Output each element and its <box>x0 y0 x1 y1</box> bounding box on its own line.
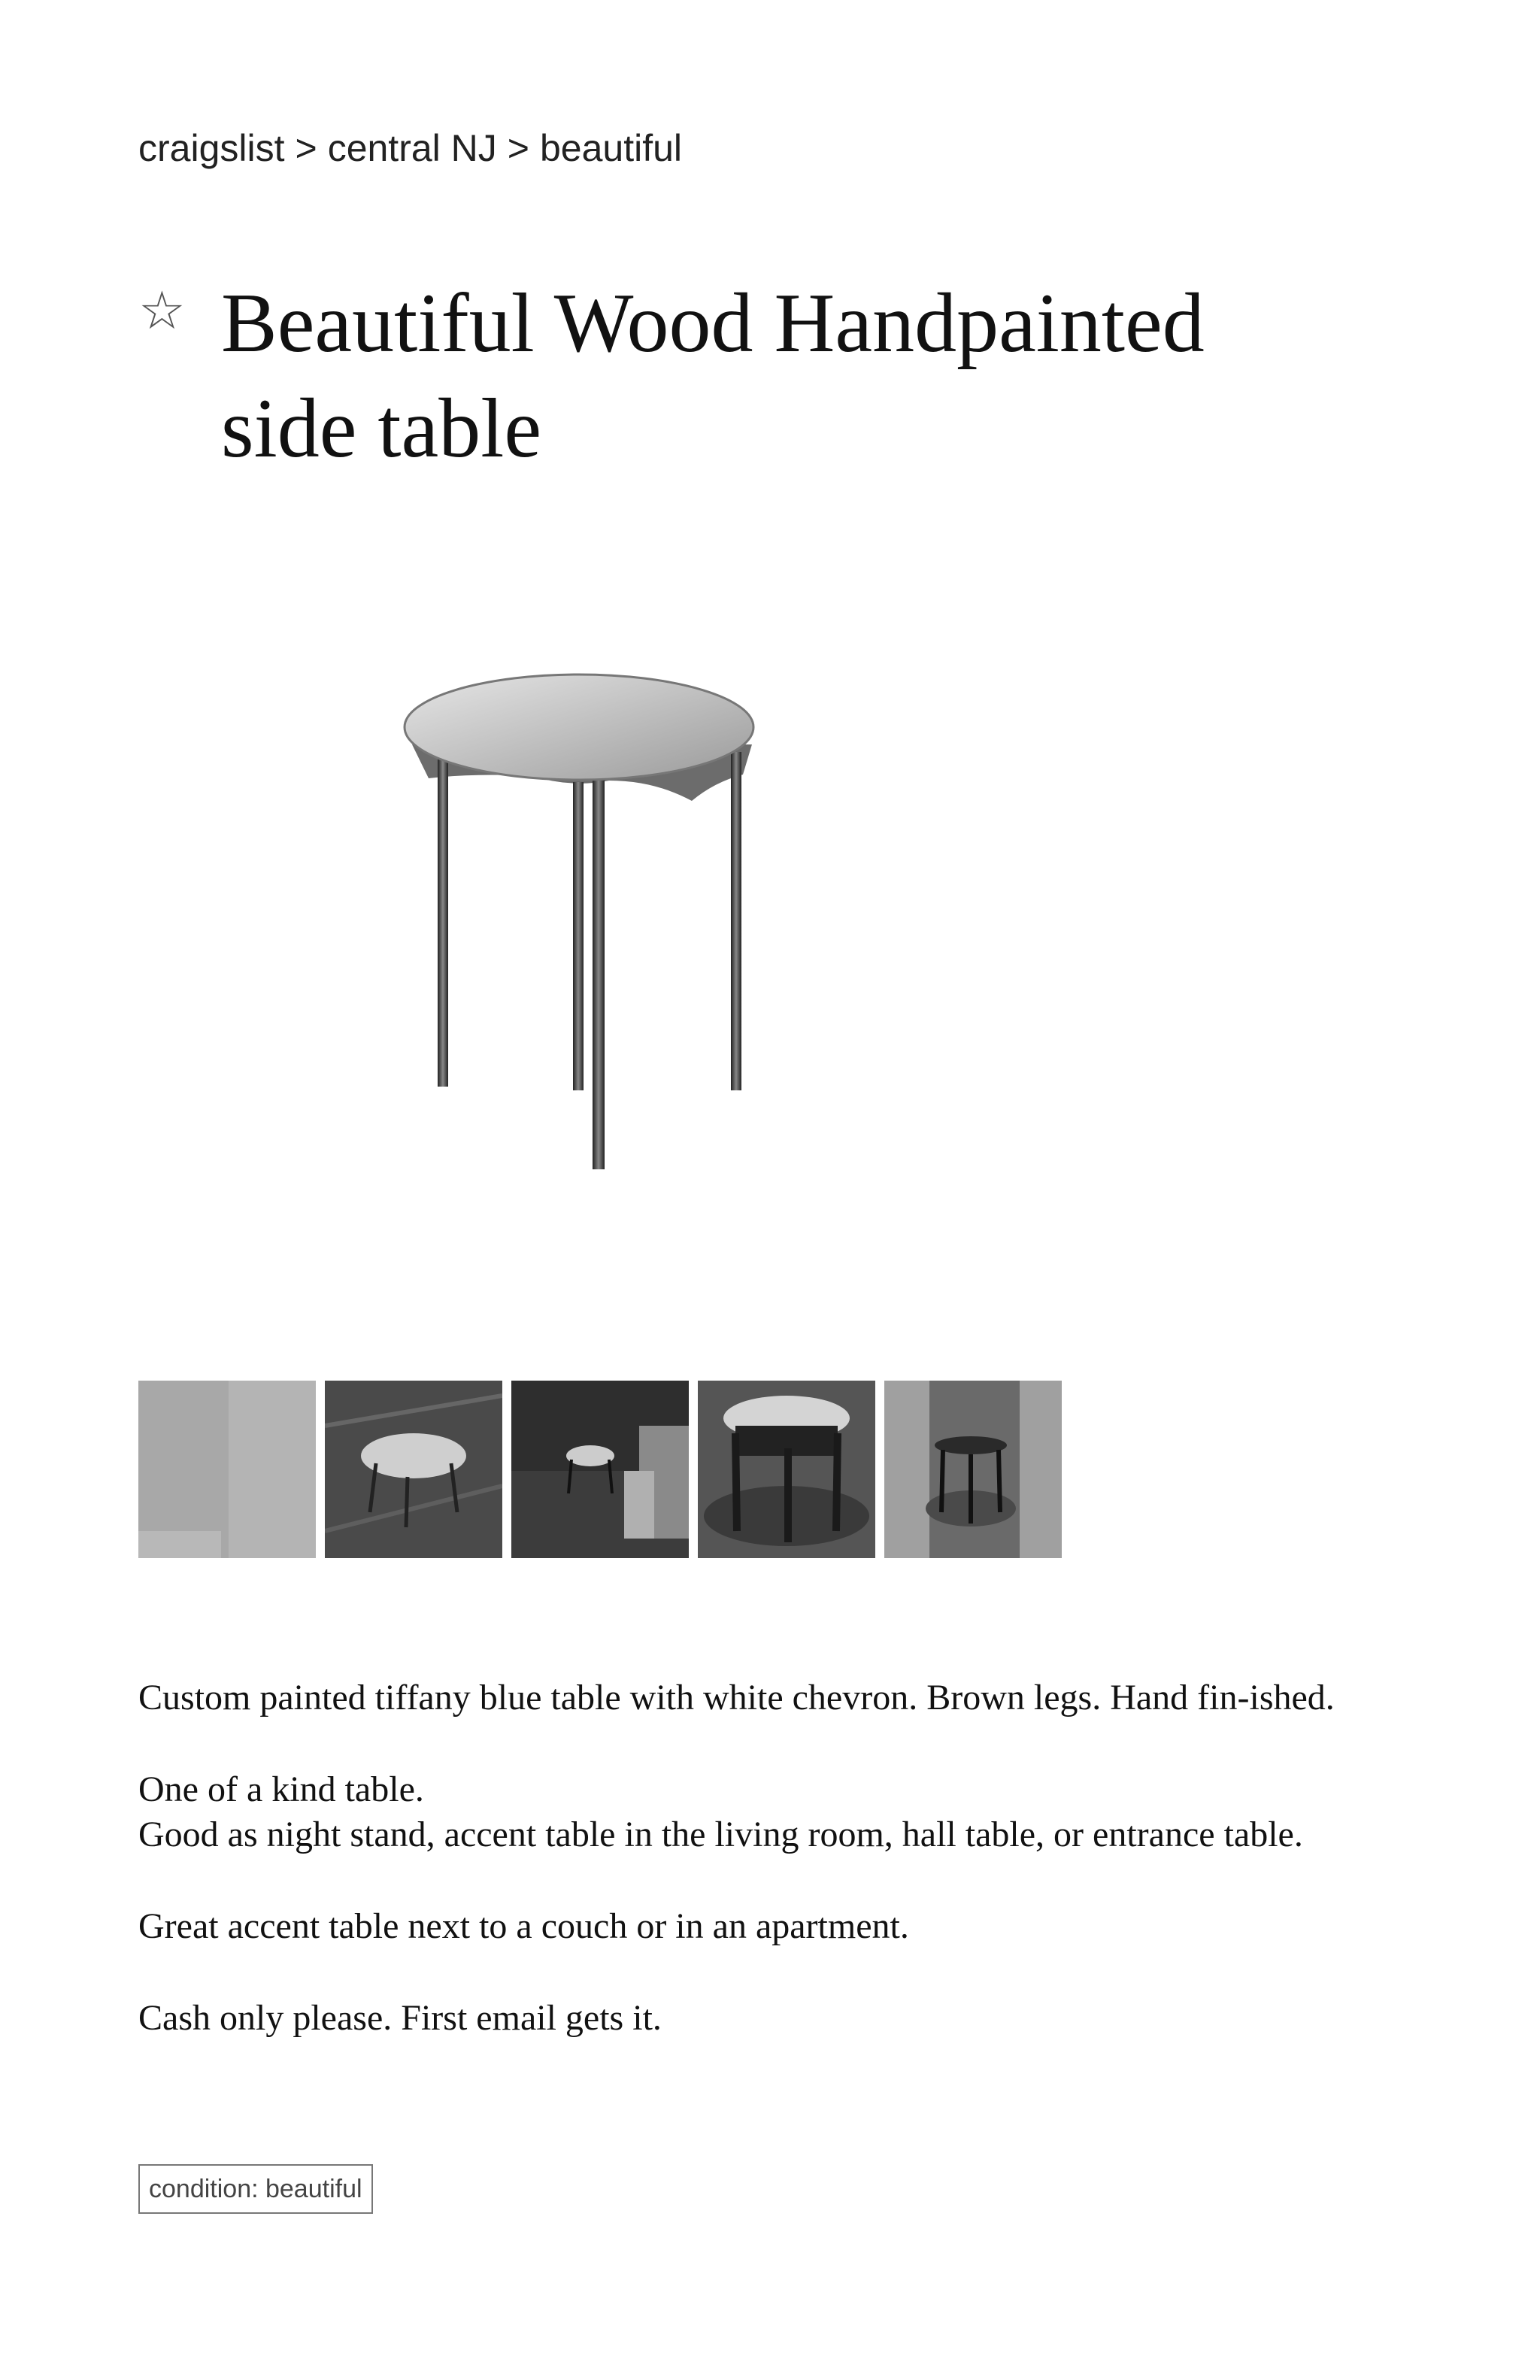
table-on-wood-floor-thumbnail <box>325 1381 502 1558</box>
thumbnail-2[interactable] <box>325 1381 502 1558</box>
star-outline-icon[interactable]: ☆ <box>138 284 186 337</box>
side-table-photo <box>403 673 755 1169</box>
description-paragraph: Good as night stand, accent table in the… <box>138 1815 1303 1854</box>
breadcrumb-link-category[interactable]: beautiful <box>540 127 682 169</box>
breadcrumb-separator: > <box>507 127 529 169</box>
teal-swatch-thumbnail <box>138 1381 316 1558</box>
posting-header: ☆ Beautiful Wood Handpainted side table <box>138 271 1311 481</box>
thumbnail-4[interactable] <box>698 1381 875 1558</box>
posting-title: Beautiful Wood Handpainted side table <box>221 277 1205 475</box>
posting-body: Custom painted tiffany blue table with w… <box>138 1675 1387 2087</box>
description-paragraph: Custom painted tiffany blue table with w… <box>138 1678 1335 1718</box>
table-in-room-thumbnail <box>511 1381 689 1558</box>
thumbnail-strip <box>138 1381 1062 1558</box>
table-closeup-thumbnail <box>698 1381 875 1558</box>
breadcrumb-link-site[interactable]: craigslist <box>138 127 284 169</box>
thumbnail-1[interactable] <box>138 1381 316 1558</box>
breadcrumb: craigslist > central NJ > beautiful <box>138 126 682 170</box>
breadcrumb-separator: > <box>295 127 317 169</box>
thumbnail-5[interactable] <box>884 1381 1062 1558</box>
description-paragraph: One of a kind table. <box>138 1769 424 1809</box>
table-against-wall-thumbnail <box>884 1381 1062 1558</box>
breadcrumb-link-area[interactable]: central NJ <box>328 127 497 169</box>
main-photo[interactable] <box>383 647 820 1218</box>
description-paragraph: Cash only please. First email gets it. <box>138 1998 662 2038</box>
thumbnail-3[interactable] <box>511 1381 689 1558</box>
attribute-condition: condition: beautiful <box>138 2164 373 2214</box>
description-paragraph: Great accent table next to a couch or in… <box>138 1906 909 1946</box>
